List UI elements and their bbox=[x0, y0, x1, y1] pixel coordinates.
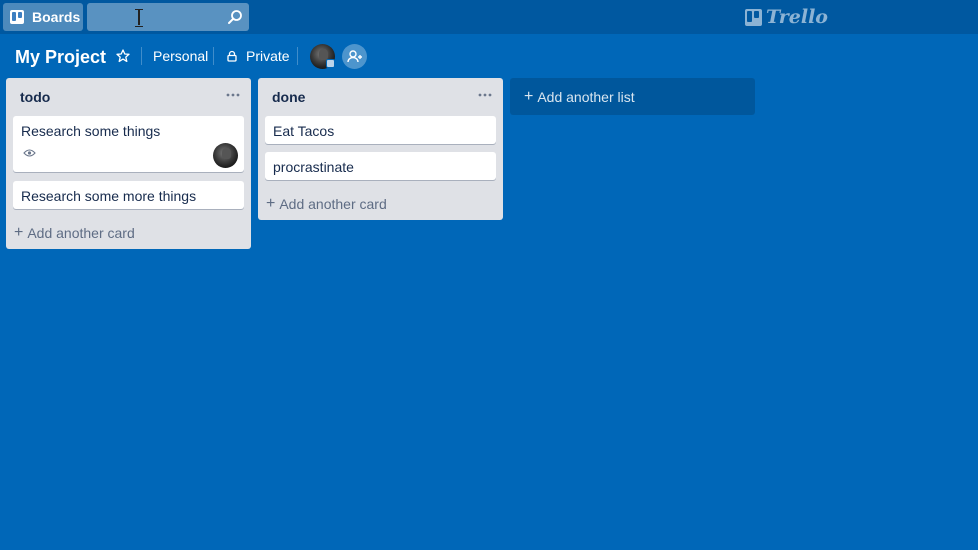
list-title[interactable]: done bbox=[272, 89, 305, 105]
boards-button[interactable]: Boards bbox=[3, 3, 83, 31]
boards-icon bbox=[10, 10, 24, 24]
add-card-button[interactable]: + Add another card bbox=[266, 195, 387, 213]
search-input[interactable] bbox=[87, 3, 249, 31]
team-button[interactable]: Personal bbox=[153, 48, 208, 64]
add-list-label: Add another list bbox=[537, 88, 635, 105]
top-bar: Boards Trello bbox=[0, 0, 978, 34]
header-divider bbox=[213, 47, 214, 65]
card[interactable]: Research some more things bbox=[13, 181, 244, 209]
text-cursor-icon bbox=[135, 9, 143, 27]
plus-icon: + bbox=[524, 87, 534, 105]
add-member-icon[interactable] bbox=[342, 44, 367, 69]
board-title[interactable]: My Project bbox=[15, 47, 106, 68]
card[interactable]: procrastinate bbox=[265, 152, 496, 180]
list-todo: todo Research some things Research some … bbox=[6, 78, 251, 249]
boards-label: Boards bbox=[32, 9, 81, 25]
admin-badge-icon bbox=[326, 59, 335, 68]
card[interactable]: Eat Tacos bbox=[265, 116, 496, 144]
add-card-label: Add another card bbox=[27, 225, 135, 241]
plus-icon: + bbox=[266, 195, 276, 212]
more-icon[interactable] bbox=[477, 87, 493, 103]
card[interactable]: Research some things bbox=[13, 116, 244, 172]
add-card-label: Add another card bbox=[279, 196, 387, 212]
list-title[interactable]: todo bbox=[20, 89, 50, 105]
add-card-button[interactable]: + Add another card bbox=[14, 224, 135, 242]
header-divider bbox=[141, 47, 142, 65]
list-done: done Eat Tacos procrastinate + Add anoth… bbox=[258, 78, 503, 220]
card-title: Eat Tacos bbox=[273, 123, 335, 139]
trello-logo-icon bbox=[745, 8, 762, 26]
card-title: Research some more things bbox=[21, 188, 197, 204]
star-icon[interactable] bbox=[116, 49, 130, 63]
board-header: My Project Personal Private bbox=[0, 34, 978, 78]
visibility-button[interactable]: Private bbox=[246, 48, 290, 64]
card-title: procrastinate bbox=[273, 159, 354, 175]
more-icon[interactable] bbox=[225, 87, 241, 103]
trello-logo[interactable]: Trello bbox=[745, 6, 828, 28]
trello-logo-text: Trello bbox=[766, 6, 828, 28]
header-divider bbox=[297, 47, 298, 65]
plus-icon: + bbox=[14, 224, 24, 241]
lock-icon bbox=[227, 50, 237, 62]
add-list-button[interactable]: + Add another list bbox=[510, 78, 755, 115]
card-title: Research some things bbox=[21, 123, 161, 139]
watch-icon bbox=[23, 149, 36, 157]
card-member-avatar[interactable] bbox=[213, 143, 238, 168]
search-icon[interactable] bbox=[227, 9, 243, 25]
